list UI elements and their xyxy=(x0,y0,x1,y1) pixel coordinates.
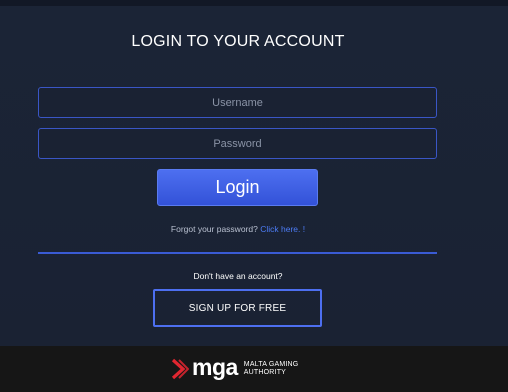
username-input[interactable] xyxy=(38,87,437,118)
forgot-password-link[interactable]: Click here. ! xyxy=(260,224,305,234)
login-button[interactable]: Login xyxy=(157,169,318,206)
mga-logo-text: MALTA GAMING AUTHORITY xyxy=(244,361,299,377)
signup-button[interactable]: SIGN UP FOR FREE xyxy=(153,289,322,327)
mga-arrow-icon xyxy=(171,358,189,380)
divider xyxy=(38,252,437,254)
forgot-password-row: Forgot your password? Click here. ! xyxy=(0,224,476,234)
forgot-password-text: Forgot your password? xyxy=(170,224,258,234)
password-input[interactable] xyxy=(38,128,437,159)
mga-logo-word: mga xyxy=(192,354,238,380)
mga-logo: mga MALTA GAMING AUTHORITY xyxy=(171,356,298,382)
login-modal: LOGIN TO YOUR ACCOUNT Login Forgot your … xyxy=(0,0,508,346)
mga-logo-line1: MALTA GAMING xyxy=(243,361,299,368)
mga-logo-line2: AUTHORITY xyxy=(243,369,287,376)
login-title: LOGIN TO YOUR ACCOUNT xyxy=(131,33,345,50)
top-strip xyxy=(0,0,508,6)
no-account-text: Don't have an account? xyxy=(193,271,283,281)
